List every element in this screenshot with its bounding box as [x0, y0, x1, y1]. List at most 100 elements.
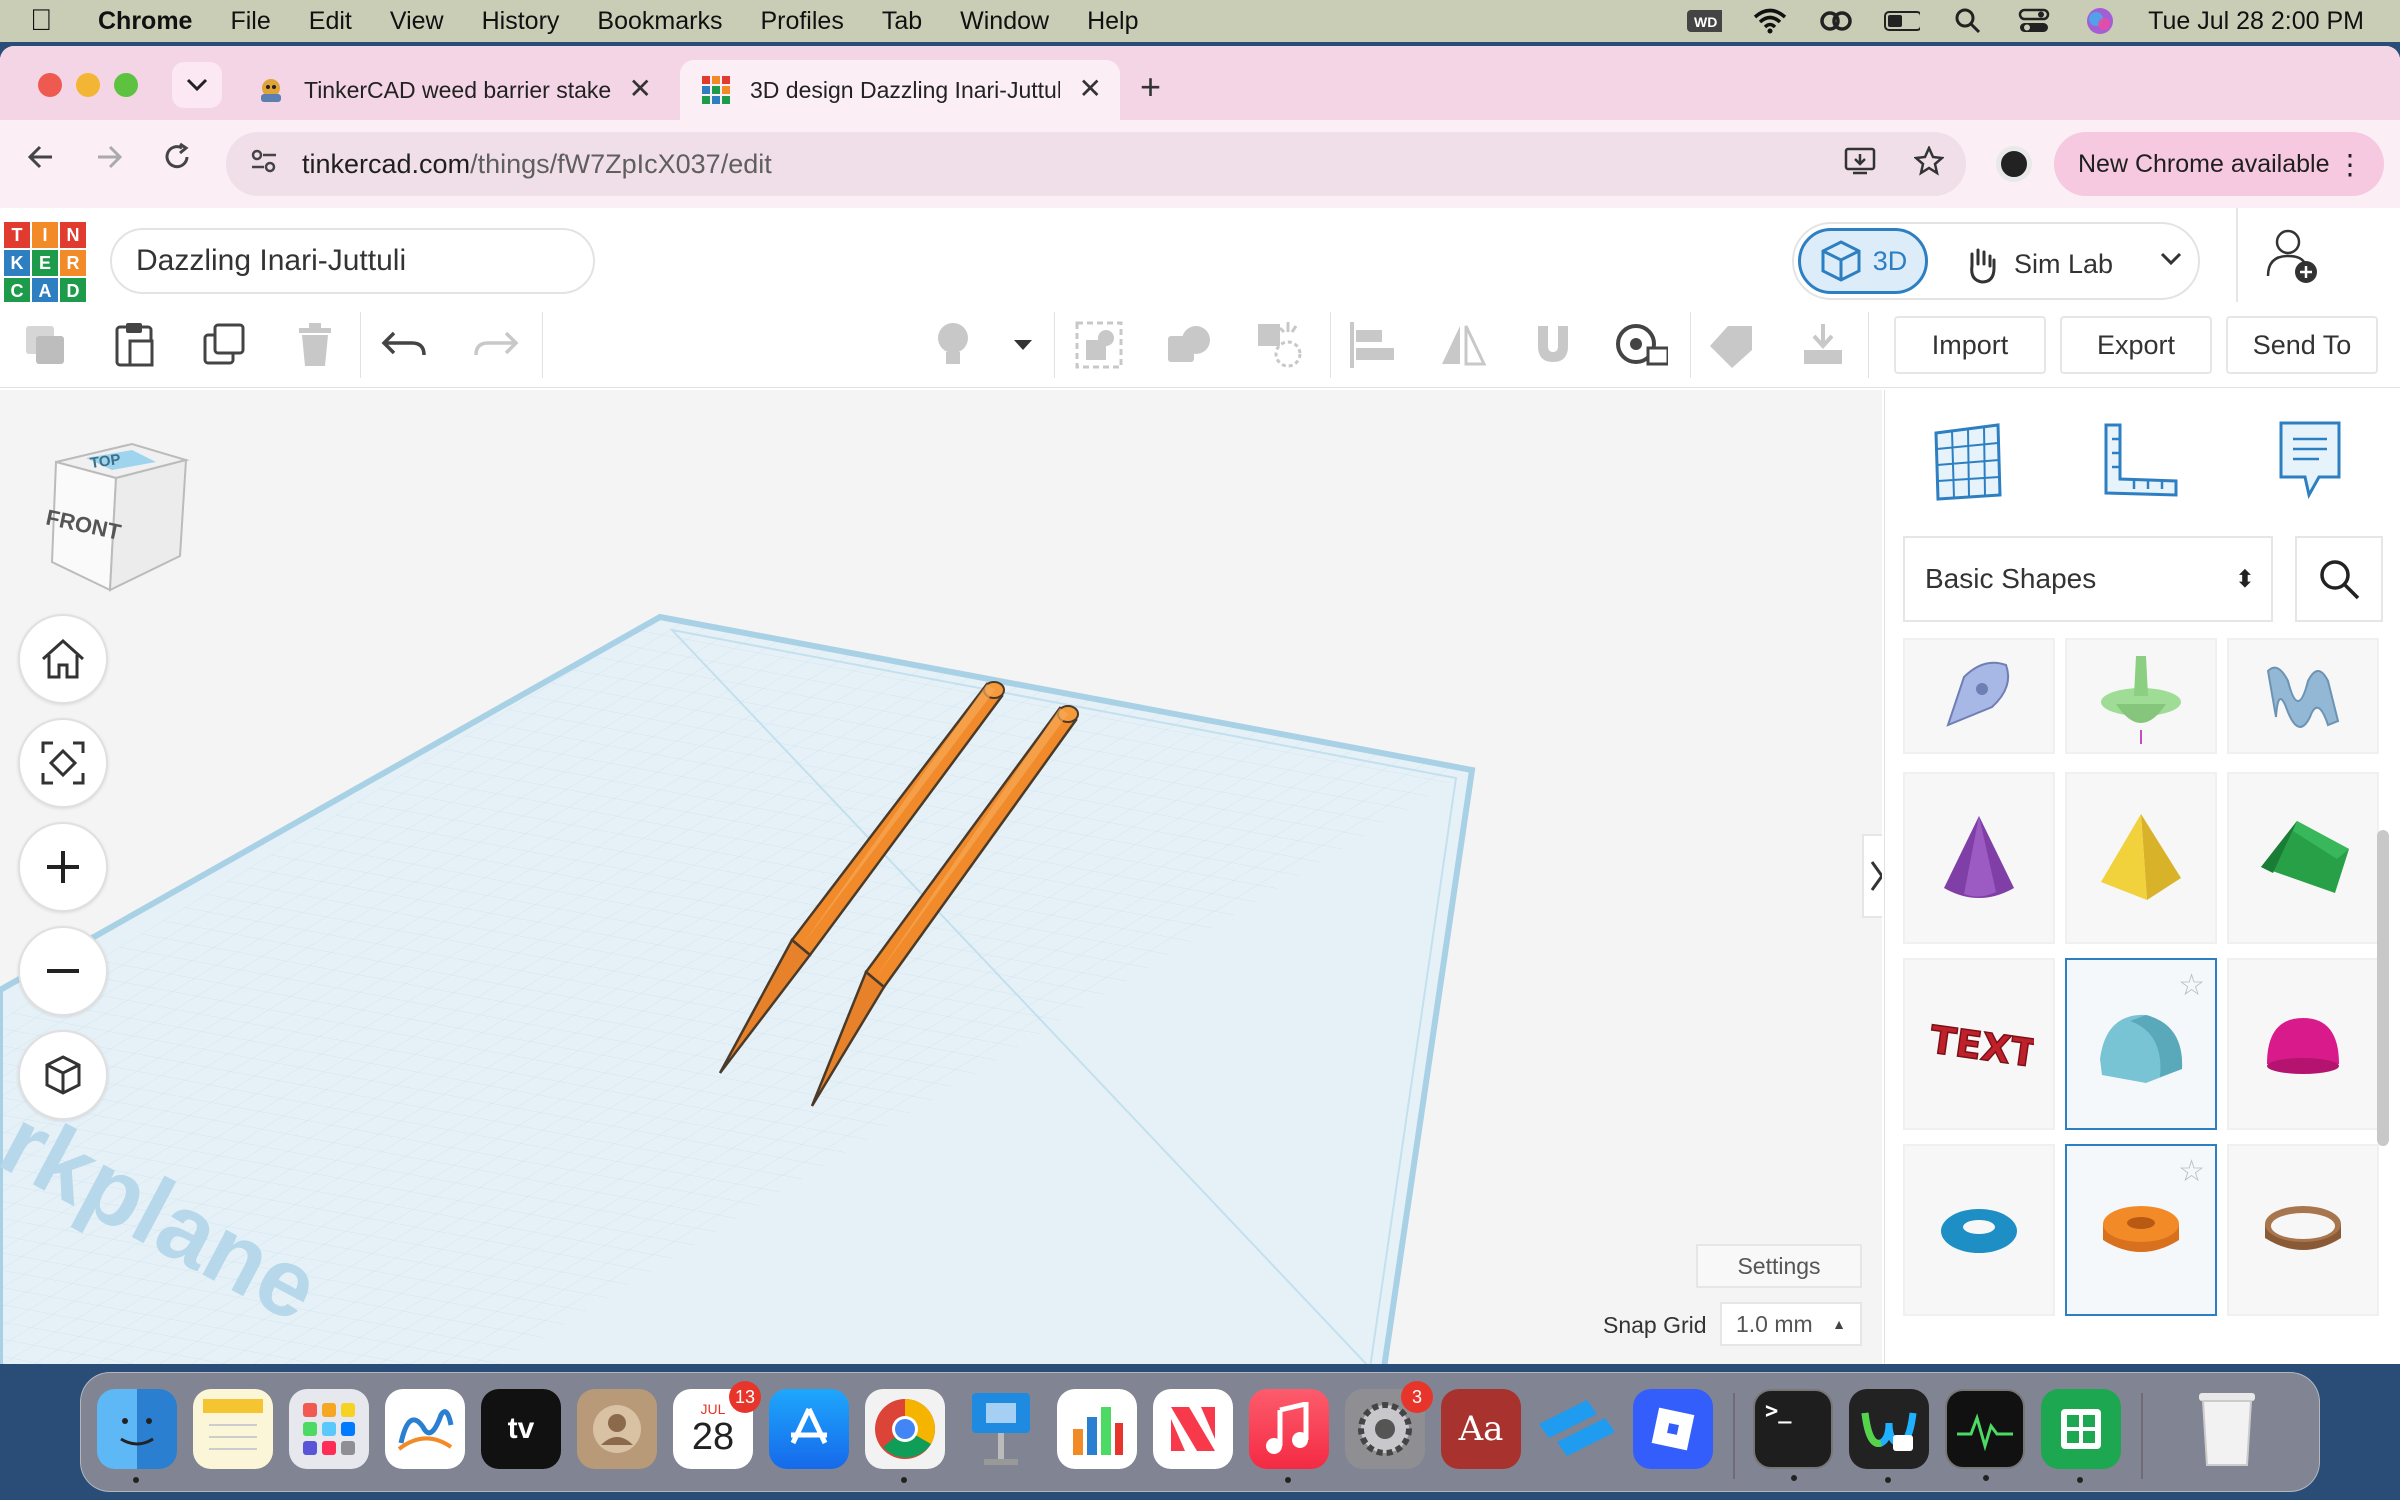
close-window-button[interactable]: [38, 73, 62, 97]
shape-text[interactable]: TEXT: [1903, 958, 2055, 1130]
ruler-tool-button[interactable]: [2095, 416, 2185, 506]
dock-music[interactable]: [1249, 1389, 1329, 1483]
undo-icon[interactable]: [378, 318, 432, 372]
menu-profiles[interactable]: Profiles: [760, 7, 843, 36]
shape-spinner[interactable]: [2065, 638, 2217, 754]
shape-library-select[interactable]: Basic Shapes ⬍: [1903, 536, 2273, 622]
menu-view[interactable]: View: [390, 7, 444, 36]
mode-3d-button[interactable]: 3D: [1798, 228, 1928, 294]
dock-system-settings[interactable]: 3: [1345, 1381, 1433, 1469]
notes-tag-icon[interactable]: [1706, 318, 1760, 372]
hole-solid-icon[interactable]: [1252, 318, 1306, 372]
notes-tool-button[interactable]: [2265, 416, 2355, 506]
group-icon[interactable]: [1072, 318, 1126, 372]
wifi-icon[interactable]: [1752, 7, 1788, 35]
profile-avatar[interactable]: [1996, 146, 2032, 182]
siri-icon[interactable]: [2082, 7, 2118, 35]
control-center-icon[interactable]: [2016, 7, 2052, 35]
apple-menu-icon[interactable]: : [30, 4, 80, 38]
panel-scrollbar[interactable]: [2377, 830, 2389, 1146]
design-name-field[interactable]: Dazzling Inari-Juttuli: [110, 228, 595, 294]
install-app-icon[interactable]: [1844, 146, 1876, 184]
new-tab-button[interactable]: +: [1140, 66, 1161, 108]
menu-file[interactable]: File: [230, 7, 270, 36]
shape-scribble[interactable]: [1903, 638, 2055, 754]
dock-app-store[interactable]: [769, 1389, 849, 1469]
dock-numbers-green[interactable]: [2041, 1389, 2121, 1483]
tinkercad-logo[interactable]: T I N K E R C A D: [4, 222, 86, 304]
snap-grid-select[interactable]: 1.0 mm ▲: [1720, 1302, 1862, 1346]
close-tab-icon[interactable]: ✕: [1079, 72, 1102, 105]
delete-trash-icon[interactable]: [288, 318, 342, 372]
address-bar[interactable]: tinkercad.com/things/fW7ZpIcX037/edit: [226, 132, 1966, 196]
view-cube[interactable]: TOP FRONT: [36, 432, 196, 602]
cruise-magnet-icon[interactable]: [1526, 318, 1580, 372]
shape-torus[interactable]: [1903, 1144, 2055, 1316]
shape-half-sphere[interactable]: [2227, 958, 2379, 1130]
forward-arrow-icon[interactable]: [94, 142, 124, 181]
workplane-canvas[interactable]: rkplane: [0, 390, 1882, 1364]
dock-calendar[interactable]: JUL 28 13: [673, 1381, 761, 1469]
tab-weed-barrier[interactable]: TinkerCAD weed barrier stake ✕: [234, 60, 670, 120]
duplicate-icon[interactable]: [198, 318, 252, 372]
mirror-icon[interactable]: [1436, 318, 1490, 372]
shape-pyramid[interactable]: [2065, 772, 2217, 944]
shape-cone[interactable]: [1903, 772, 2055, 944]
menu-tab[interactable]: Tab: [882, 7, 922, 36]
dock-contacts[interactable]: [577, 1389, 657, 1469]
send-to-button[interactable]: Send To: [2226, 316, 2378, 374]
shape-wave[interactable]: [2227, 638, 2379, 754]
ruler-measure-icon[interactable]: [1614, 318, 1668, 372]
export-button[interactable]: Export: [2060, 316, 2212, 374]
settings-button[interactable]: Settings: [1696, 1244, 1862, 1288]
wd-drive-icon[interactable]: WD: [1686, 7, 1723, 35]
lightbulb-dropdown-icon[interactable]: [996, 318, 1050, 372]
mode-simlab-button[interactable]: Sim Lab: [1964, 244, 2113, 284]
paste-icon[interactable]: [108, 318, 162, 372]
dock-terminal[interactable]: >_: [1753, 1389, 1833, 1481]
favorite-star-icon[interactable]: ☆: [2178, 1154, 2205, 1189]
align-icon[interactable]: [1346, 318, 1400, 372]
copy-icon[interactable]: [18, 318, 72, 372]
spotlight-search-icon[interactable]: [1950, 7, 1986, 35]
dock-notes[interactable]: [193, 1389, 273, 1469]
site-settings-icon[interactable]: [250, 149, 280, 180]
dock-webex[interactable]: [1849, 1389, 1929, 1483]
dock-news[interactable]: [1153, 1389, 1233, 1469]
redo-icon[interactable]: [468, 318, 522, 372]
shape-search-button[interactable]: [2295, 536, 2383, 622]
creative-cloud-icon[interactable]: [1818, 7, 1854, 35]
tab-3d-design[interactable]: 3D design Dazzling Inari-Juttuli ✕: [680, 60, 1120, 120]
menubar-clock[interactable]: Tue Jul 28 2:00 PM: [2148, 7, 2364, 36]
dock-app-blue[interactable]: [1537, 1389, 1617, 1469]
favorite-star-icon[interactable]: ☆: [2178, 968, 2205, 1003]
close-tab-icon[interactable]: ✕: [629, 72, 652, 105]
minimize-window-button[interactable]: [76, 73, 100, 97]
dock-finder[interactable]: [97, 1389, 177, 1483]
home-view-button[interactable]: [18, 614, 108, 704]
dock-launchpad[interactable]: [289, 1389, 369, 1469]
chevron-down-icon[interactable]: [2160, 246, 2182, 272]
import-button[interactable]: Import: [1894, 316, 2046, 374]
fit-view-button[interactable]: [18, 718, 108, 808]
menu-help[interactable]: Help: [1087, 7, 1138, 36]
zoom-out-button[interactable]: [18, 926, 108, 1016]
collapse-panel-button[interactable]: [1862, 834, 1882, 918]
menu-bookmarks[interactable]: Bookmarks: [597, 7, 722, 36]
dock-chrome[interactable]: [865, 1389, 945, 1483]
menu-edit[interactable]: Edit: [309, 7, 352, 36]
3d-workspace[interactable]: rkplane TOP FRONT Settings Snap Grid 1.0…: [0, 390, 1882, 1364]
dock-activity-monitor[interactable]: [1945, 1389, 2025, 1481]
dock-roblox[interactable]: [1633, 1389, 1713, 1469]
dock-keynote[interactable]: [961, 1389, 1041, 1469]
tab-search-button[interactable]: [172, 62, 222, 108]
dock-dictionary[interactable]: Aa: [1441, 1389, 1521, 1469]
perspective-toggle-button[interactable]: [18, 1030, 108, 1120]
workplane-tool-button[interactable]: [1923, 416, 2013, 506]
dock-apple-tv[interactable]: tv: [481, 1389, 561, 1469]
back-arrow-icon[interactable]: [26, 142, 56, 181]
shape-tube[interactable]: ☆: [2065, 1144, 2217, 1316]
dock-freeform[interactable]: [385, 1389, 465, 1469]
more-menu-icon[interactable]: ⋮: [2336, 148, 2364, 181]
battery-icon[interactable]: [1884, 7, 1921, 35]
